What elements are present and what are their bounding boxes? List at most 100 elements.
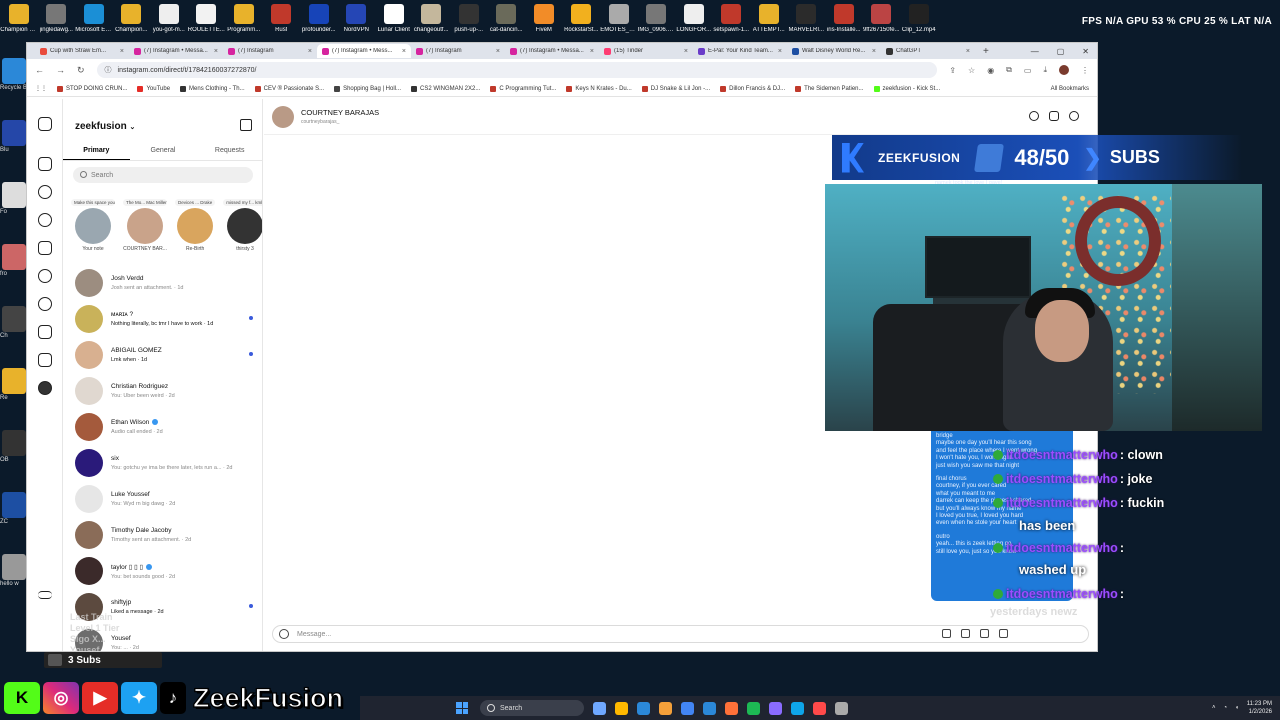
profile-icon[interactable] <box>38 381 52 395</box>
desktop-icon[interactable]: EMOTES_G... <box>600 0 638 42</box>
info-icon[interactable] <box>1069 111 1079 121</box>
extension-icon[interactable]: ◉ <box>987 66 994 75</box>
desktop-icon[interactable]: jingledawg... <box>38 0 76 42</box>
note-item[interactable]: Devices ... Drake Re-Birth <box>175 199 216 263</box>
browser-tab[interactable]: ChatGPT × <box>881 44 975 58</box>
download-icon[interactable]: ⤓ <box>1043 65 1047 75</box>
browser-tab[interactable]: (7) Instagram × <box>223 44 317 58</box>
taskbar-search[interactable]: Search <box>480 700 584 716</box>
thread-row[interactable]: six You: gotchu ye ima be there later, le… <box>63 445 262 481</box>
bookmark-item[interactable]: DJ Snake & Lil Jon -... <box>641 85 710 92</box>
close-button[interactable]: ✕ <box>1082 47 1089 56</box>
thread-row[interactable]: Luke Youssef You: Wyd rn big dawg · 2d <box>63 481 262 517</box>
bookmark-item[interactable]: The Sidemen Patien... <box>795 85 864 92</box>
desktop-icon[interactable]: ROULETTE... <box>188 0 226 42</box>
tab-close-icon[interactable]: × <box>402 48 406 55</box>
desktop-side-icon[interactable] <box>2 430 26 456</box>
browser-tab[interactable]: (7) Instagram • Messa... × <box>129 44 223 58</box>
bookmark-item[interactable]: C Programming Tut... <box>490 85 556 92</box>
tray-chevron-icon[interactable]: ˄ <box>1212 705 1216 711</box>
thread-row[interactable]: ᴍᴀʀɪᴀ ? Nothing literally, bc tmr I have … <box>63 301 262 337</box>
phone-icon[interactable] <box>1029 111 1039 121</box>
desktop-icon[interactable]: MARVELRI... <box>788 0 826 42</box>
desktop-icon[interactable]: cat-dancin... <box>488 0 526 42</box>
chat-avatar[interactable] <box>272 105 294 128</box>
emoji-icon[interactable] <box>279 629 289 639</box>
desktop-icon[interactable]: Rust <box>263 0 301 42</box>
profile-avatar[interactable] <box>1059 65 1069 75</box>
desktop-icon[interactable]: Clip_12.mp4 <box>900 0 938 42</box>
site-info-icon[interactable]: ⓘ <box>105 65 112 75</box>
gif-icon[interactable] <box>980 629 989 638</box>
thread-row[interactable]: Christian Rodriguez You: Uber been weird … <box>63 373 262 409</box>
video-call-icon[interactable] <box>1049 111 1059 121</box>
desktop-icon[interactable]: NordVPN <box>338 0 376 42</box>
desktop-side-icon[interactable] <box>2 244 26 270</box>
maximize-button[interactable]: ▢ <box>1057 47 1065 56</box>
bookmark-star-icon[interactable]: ☆ <box>968 66 975 75</box>
thread-row[interactable]: Josh Verdd Josh sent an attachment. · 1d <box>63 265 262 301</box>
desktop-icon[interactable]: push-up-... <box>450 0 488 42</box>
tab-general[interactable]: General <box>130 143 197 160</box>
thread-row[interactable]: taylor ▯ ▯ ▯ You: bet sounds good · 2d <box>63 553 262 589</box>
tab-requests[interactable]: Requests <box>196 143 262 160</box>
tab-primary[interactable]: Primary <box>63 143 130 160</box>
thread-row[interactable]: Timothy Dale Jacoby Timothy sent an attac… <box>63 517 262 553</box>
desktop-icon[interactable]: profounder... <box>300 0 338 42</box>
notifications-icon[interactable] <box>38 297 52 311</box>
desktop-icon[interactable]: ATTEMPT... <box>750 0 788 42</box>
wifi-icon[interactable]: ◔ <box>1224 705 1228 711</box>
taskbar-app-icon[interactable] <box>813 701 826 715</box>
desktop-icon[interactable]: you-got-m... <box>150 0 188 42</box>
tab-close-icon[interactable]: × <box>872 48 876 55</box>
bookmark-item[interactable]: zeekfusion - Kick St... <box>873 85 940 92</box>
bookmark-item[interactable]: Shopping Bag | Holl... <box>334 85 401 92</box>
tab-close-icon[interactable]: × <box>214 48 218 55</box>
messenger-icon[interactable] <box>38 269 52 283</box>
browser-tab[interactable]: (7) Instagram • Messa... × <box>505 44 599 58</box>
browser-tab[interactable]: Cup with Straw Em... × <box>35 44 129 58</box>
taskbar-app-icon[interactable] <box>703 701 716 715</box>
desktop-icon[interactable]: 9ff267150fe... <box>863 0 901 42</box>
taskbar-app-icon[interactable] <box>791 701 804 715</box>
forward-icon[interactable]: → <box>56 65 65 75</box>
note-item[interactable]: missed my f... kmh thirsty 3 <box>223 199 262 263</box>
bookmark-item[interactable]: Mens Clothing - Th... <box>180 85 245 92</box>
desktop-side-icon[interactable] <box>2 182 26 208</box>
tab-close-icon[interactable]: × <box>496 48 500 55</box>
tab-close-icon[interactable]: × <box>120 48 124 55</box>
desktop-icon[interactable]: LONGFOR... <box>675 0 713 42</box>
all-bookmarks[interactable]: All Bookmarks <box>1051 86 1089 92</box>
browser-tab[interactable]: Walt Disney World Re... × <box>787 44 881 58</box>
bookmark-item[interactable]: CS2 WINGMAN 2X2... <box>411 85 480 92</box>
tab-close-icon[interactable]: × <box>684 48 688 55</box>
dashboard-icon[interactable] <box>38 353 52 367</box>
taskbar-app-icon[interactable] <box>747 701 760 715</box>
taskbar-app-icon[interactable] <box>659 701 672 715</box>
desktop-icon[interactable]: Microsoft Edge <box>75 0 113 42</box>
bookmark-item[interactable]: YouTube <box>137 85 170 92</box>
bookmark-item[interactable]: CEV ® Passionate S... <box>254 85 324 92</box>
desktop-icon[interactable]: Champion Stream O... <box>0 0 38 42</box>
bookmark-item[interactable]: Dillon Francis & DJ... <box>720 85 785 92</box>
note-item[interactable]: Make this space yours Your note <box>71 199 115 263</box>
desktop-side-icon[interactable] <box>2 492 26 518</box>
clock[interactable]: 11:23 PM 1/2/2026 <box>1247 700 1272 716</box>
desktop-side-icon[interactable] <box>2 58 26 84</box>
desktop-icon[interactable]: RockstarSt... <box>563 0 601 42</box>
account-switcher[interactable]: zeekfusion ⌄ <box>75 121 135 132</box>
windows-start-icon[interactable] <box>456 702 468 714</box>
bookmark-item[interactable]: STOP DOING CRUN... <box>57 85 127 92</box>
tab-close-icon[interactable]: × <box>590 48 594 55</box>
minimize-button[interactable]: — <box>1031 47 1039 56</box>
desktop-icon[interactable]: FiveM <box>525 0 563 42</box>
desktop-icon[interactable]: setspawn-1... <box>713 0 751 42</box>
new-message-icon[interactable] <box>240 119 252 131</box>
desktop-icon[interactable]: IMG_0906.P... <box>638 0 676 42</box>
browser-tab[interactable]: E-Pal: Your Kind Team... × <box>693 44 787 58</box>
desktop-icon[interactable]: changeoutf... <box>413 0 451 42</box>
bookmark-item[interactable]: Keys N Krates - Du... <box>566 85 632 92</box>
desktop-side-icon[interactable] <box>2 554 26 580</box>
taskbar-app-icon[interactable] <box>615 701 628 715</box>
create-icon[interactable] <box>38 325 52 339</box>
